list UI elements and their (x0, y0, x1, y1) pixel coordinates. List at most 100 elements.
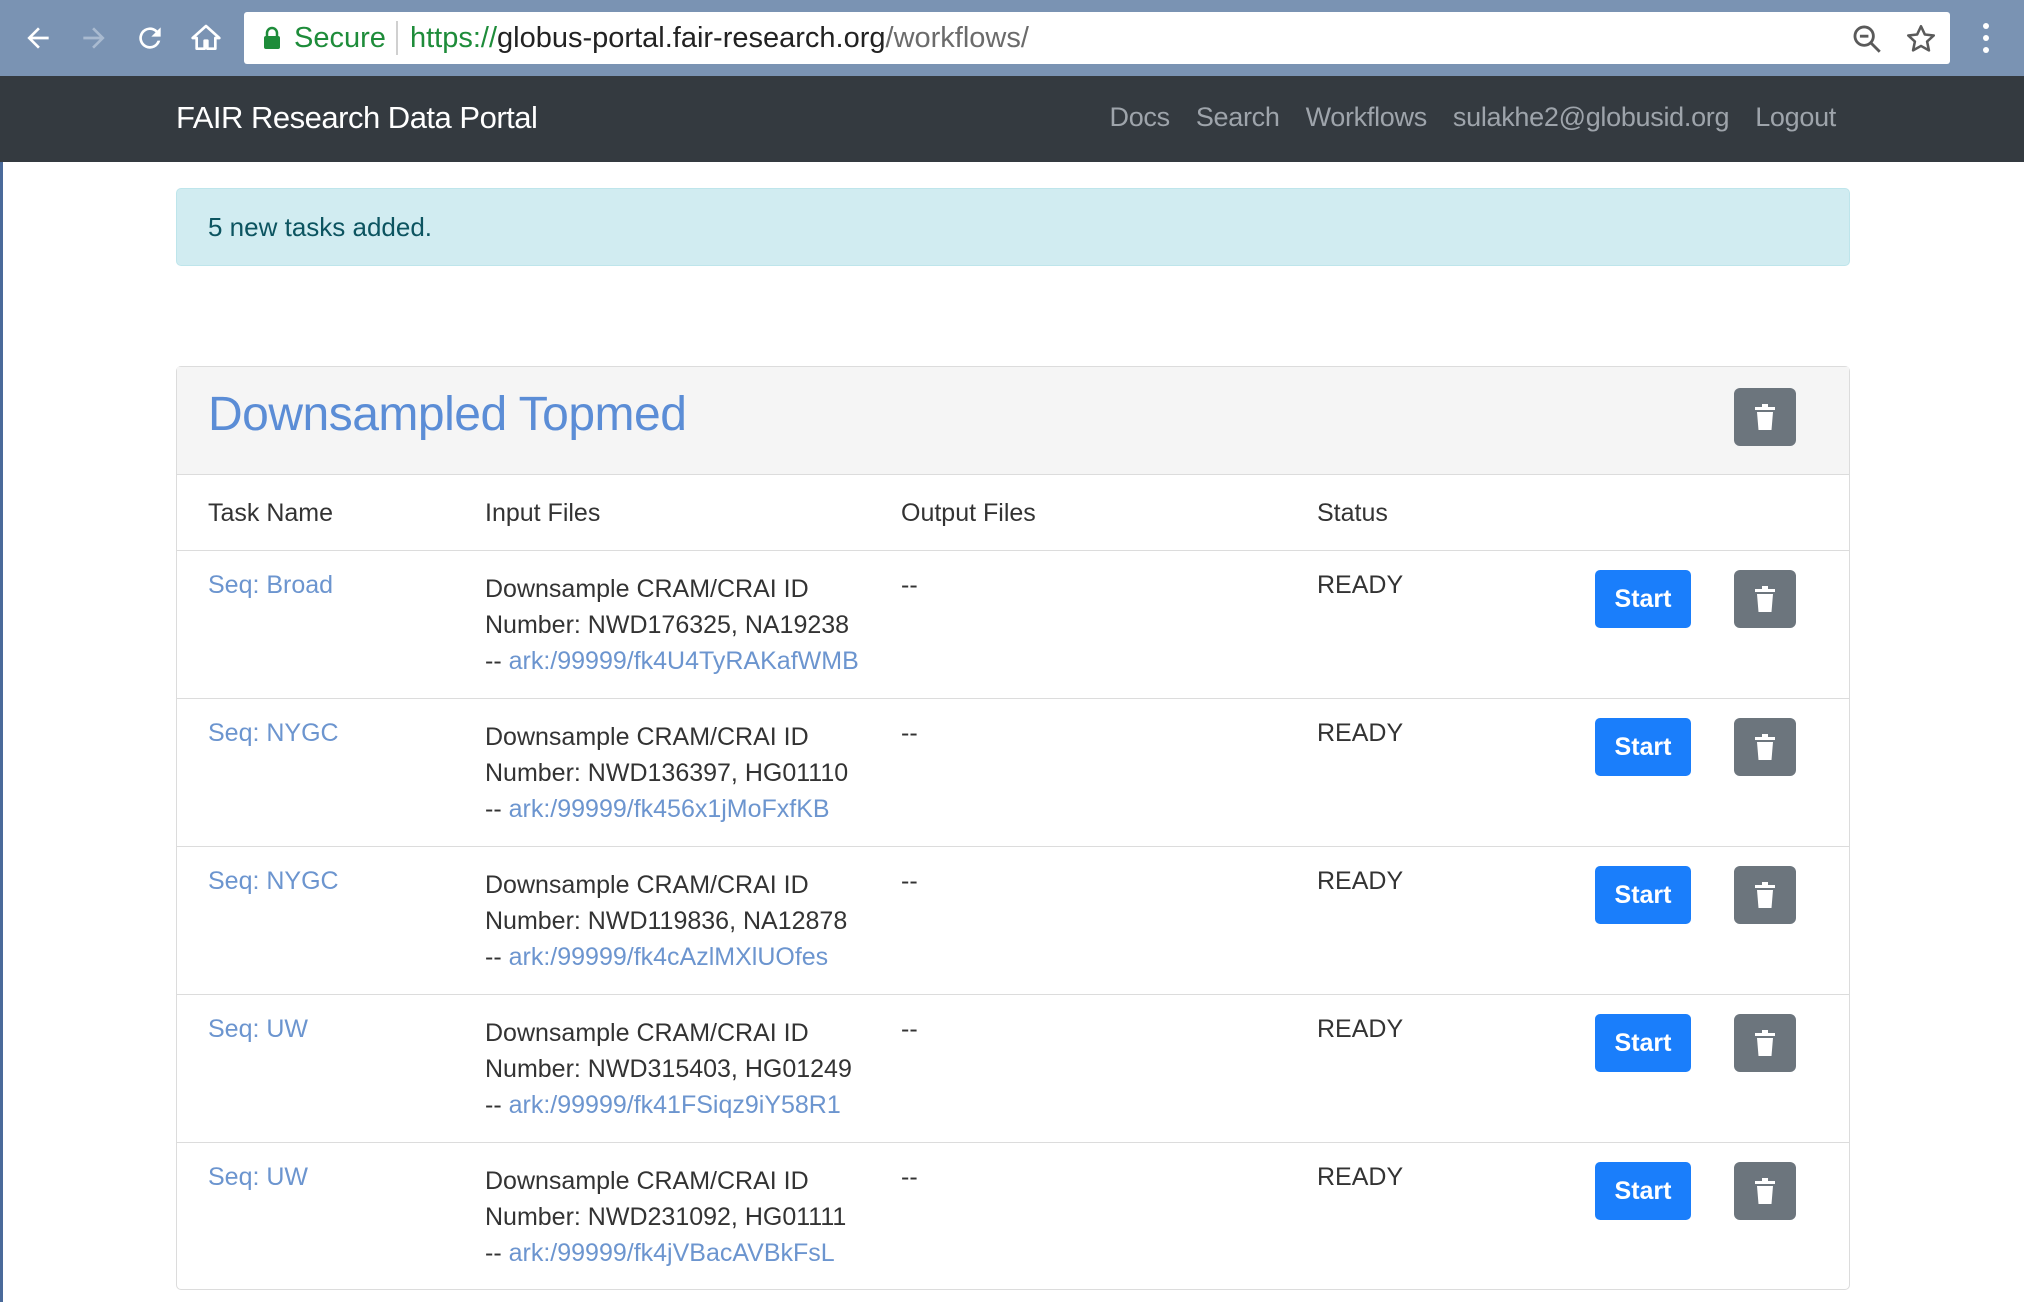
info-alert: 5 new tasks added. (176, 188, 1850, 266)
column-header-task-name: Task Name (208, 499, 334, 527)
task-name-link[interactable]: Seq: Broad (208, 571, 333, 600)
trash-icon (1755, 882, 1775, 908)
app-navbar: FAIR Research Data Portal Docs Search Wo… (0, 76, 2024, 162)
start-button[interactable]: Start (1595, 570, 1691, 628)
table-row: Seq: Broad Downsample CRAM/CRAI ID Numbe… (177, 551, 1849, 699)
address-bar[interactable]: Secure https://globus-portal.fair-resear… (244, 12, 1950, 64)
output-files-cell: -- (901, 719, 918, 747)
ark-line: -- ark:/99999/fk4U4TyRAKafWMB (485, 643, 905, 679)
status-cell: READY (1317, 867, 1404, 895)
delete-workflow-button[interactable] (1734, 388, 1796, 446)
ark-line: -- ark:/99999/fk4cAzlMXlUOfes (485, 939, 905, 975)
alert-message: 5 new tasks added. (208, 212, 433, 242)
omnibox-divider (396, 21, 398, 55)
ark-link[interactable]: ark:/99999/fk456x1jMoFxfKB (509, 795, 830, 823)
ark-prefix: -- (485, 647, 509, 675)
nav-link-search[interactable]: Search (1196, 102, 1280, 133)
status-cell: READY (1317, 1163, 1404, 1191)
input-id-number: Number: NWD136397, HG01110 (485, 759, 849, 787)
reload-button[interactable] (128, 16, 172, 60)
input-files-cell: Downsample CRAM/CRAI ID Number: NWD13639… (485, 719, 905, 827)
ark-link[interactable]: ark:/99999/fk4jVBacAVBkFsL (509, 1239, 835, 1267)
nav-link-user[interactable]: sulakhe2@globusid.org (1453, 102, 1730, 133)
table-row: Seq: NYGC Downsample CRAM/CRAI ID Number… (177, 699, 1849, 847)
start-button[interactable]: Start (1595, 1162, 1691, 1220)
input-files-cell: Downsample CRAM/CRAI ID Number: NWD17632… (485, 571, 905, 679)
task-name-link[interactable]: Seq: UW (208, 1163, 308, 1192)
arrow-left-icon (27, 27, 49, 49)
ark-prefix: -- (485, 1239, 509, 1267)
table-row: Seq: UW Downsample CRAM/CRAI ID Number: … (177, 1143, 1849, 1291)
nav-link-workflows[interactable]: Workflows (1306, 102, 1428, 133)
url-text[interactable]: https://globus-portal.fair-research.org/… (410, 22, 1029, 55)
url-path: /workflows/ (885, 22, 1029, 54)
home-button[interactable] (184, 16, 228, 60)
status-cell: READY (1317, 1015, 1404, 1043)
ark-link[interactable]: ark:/99999/fk41FSiqz9iY58R1 (509, 1091, 841, 1119)
url-scheme: https:// (410, 22, 498, 54)
table-header: Task Name Input Files Output Files Statu… (177, 475, 1849, 551)
input-files-cell: Downsample CRAM/CRAI ID Number: NWD31540… (485, 1015, 905, 1123)
input-description: Downsample CRAM/CRAI ID (485, 575, 809, 603)
trash-icon (1755, 734, 1775, 760)
nav-link-logout[interactable]: Logout (1755, 102, 1836, 133)
lock-icon (264, 26, 280, 49)
delete-task-button[interactable] (1734, 570, 1796, 628)
output-files-cell: -- (901, 571, 918, 599)
input-description: Downsample CRAM/CRAI ID (485, 1167, 809, 1195)
table-row: Seq: UW Downsample CRAM/CRAI ID Number: … (177, 995, 1849, 1143)
delete-task-button[interactable] (1734, 866, 1796, 924)
zoom-icon[interactable] (1850, 22, 1884, 56)
ark-prefix: -- (485, 943, 509, 971)
input-id-number: Number: NWD315403, HG01249 (485, 1055, 852, 1083)
task-name-link[interactable]: Seq: NYGC (208, 719, 339, 748)
column-header-status: Status (1317, 499, 1388, 527)
delete-task-button[interactable] (1734, 1014, 1796, 1072)
input-files-cell: Downsample CRAM/CRAI ID Number: NWD23109… (485, 1163, 905, 1271)
trash-icon (1755, 586, 1775, 612)
start-button[interactable]: Start (1595, 1014, 1691, 1072)
input-id-number: Number: NWD176325, NA19238 (485, 611, 850, 639)
ark-link[interactable]: ark:/99999/fk4U4TyRAKafWMB (509, 647, 859, 675)
page-edge (0, 162, 3, 1302)
output-files-cell: -- (901, 1163, 918, 1191)
forward-button[interactable] (72, 16, 116, 60)
output-files-cell: -- (901, 867, 918, 895)
back-button[interactable] (16, 16, 60, 60)
home-icon (191, 24, 221, 50)
ark-line: -- ark:/99999/fk4jVBacAVBkFsL (485, 1235, 905, 1271)
ark-prefix: -- (485, 1091, 509, 1119)
navbar-brand[interactable]: FAIR Research Data Portal (176, 100, 538, 136)
delete-task-button[interactable] (1734, 1162, 1796, 1220)
workflow-title: Downsampled Topmed (208, 388, 687, 441)
task-name-link[interactable]: Seq: UW (208, 1015, 308, 1044)
ark-prefix: -- (485, 795, 509, 823)
input-description: Downsample CRAM/CRAI ID (485, 871, 809, 899)
card-header: Downsampled Topmed (177, 367, 1849, 475)
kebab-menu-icon[interactable] (1974, 20, 1998, 56)
delete-task-button[interactable] (1734, 718, 1796, 776)
status-cell: READY (1317, 719, 1404, 747)
star-icon[interactable] (1904, 22, 1938, 56)
ark-link[interactable]: ark:/99999/fk4cAzlMXlUOfes (509, 943, 829, 971)
input-description: Downsample CRAM/CRAI ID (485, 1019, 809, 1047)
navbar-links: Docs Search Workflows sulakhe2@globusid.… (1110, 102, 1837, 133)
start-button[interactable]: Start (1595, 718, 1691, 776)
browser-toolbar: Secure https://globus-portal.fair-resear… (0, 0, 2024, 76)
start-button[interactable]: Start (1595, 866, 1691, 924)
column-header-input-files: Input Files (485, 499, 601, 527)
reload-icon (139, 27, 161, 49)
trash-icon (1755, 1178, 1775, 1204)
nav-link-docs[interactable]: Docs (1110, 102, 1171, 133)
url-host: globus-portal.fair-research.org (497, 22, 886, 54)
status-cell: READY (1317, 571, 1404, 599)
arrow-right-icon (83, 27, 105, 49)
workflow-card: Downsampled Topmed Task Name Input Files… (176, 366, 1850, 1290)
input-description: Downsample CRAM/CRAI ID (485, 723, 809, 751)
input-id-number: Number: NWD231092, HG01111 (485, 1203, 847, 1231)
task-name-link[interactable]: Seq: NYGC (208, 867, 339, 896)
column-header-output-files: Output Files (901, 499, 1036, 527)
ark-line: -- ark:/99999/fk456x1jMoFxfKB (485, 791, 905, 827)
output-files-cell: -- (901, 1015, 918, 1043)
input-id-number: Number: NWD119836, NA12878 (485, 907, 848, 935)
